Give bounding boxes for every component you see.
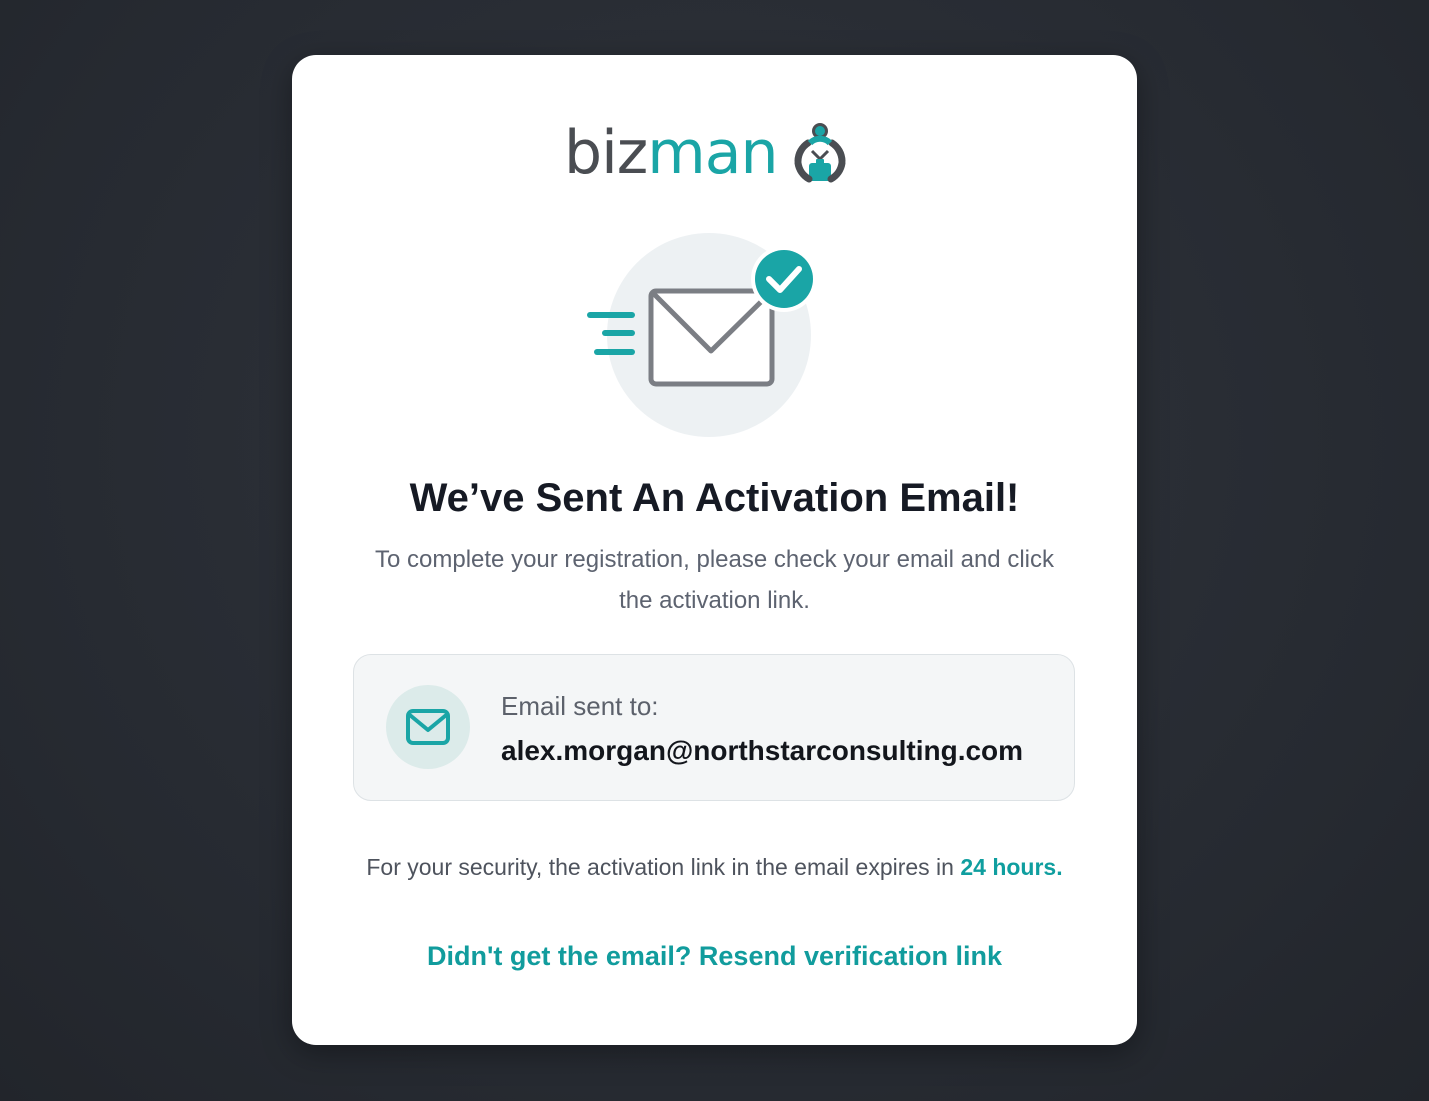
mail-icon — [406, 709, 450, 745]
logo-wordmark: bizman — [564, 117, 779, 189]
security-notice-text: For your security, the activation link i… — [366, 854, 961, 880]
page-subtitle: To complete your registration, please ch… — [375, 546, 1054, 614]
resend-verification-link[interactable]: Didn't get the email? Resend verificatio… — [292, 938, 1137, 974]
security-notice: For your security, the activation link i… — [292, 850, 1137, 884]
recipient-email: alex.morgan@northstarconsulting.com — [501, 735, 1024, 766]
mail-icon-badge — [386, 685, 470, 769]
logo-person-icon — [794, 123, 846, 183]
email-sent-label: Email sent to: — [501, 691, 659, 721]
activation-card: bizman We’ve Sent An Activation Email! T… — [292, 55, 1137, 1045]
logo-wordmark-biz: biz — [564, 118, 648, 188]
page-title: We’ve Sent An Activation Email! — [409, 476, 1020, 520]
logo-wordmark-man: man — [647, 118, 778, 188]
expiry-duration: 24 hours. — [960, 854, 1063, 880]
envelope-sent-check-icon — [587, 233, 817, 437]
email-sent-panel: Email sent to: alex.morgan@northstarcons… — [353, 654, 1075, 801]
bizman-logo: bizman — [564, 117, 854, 189]
